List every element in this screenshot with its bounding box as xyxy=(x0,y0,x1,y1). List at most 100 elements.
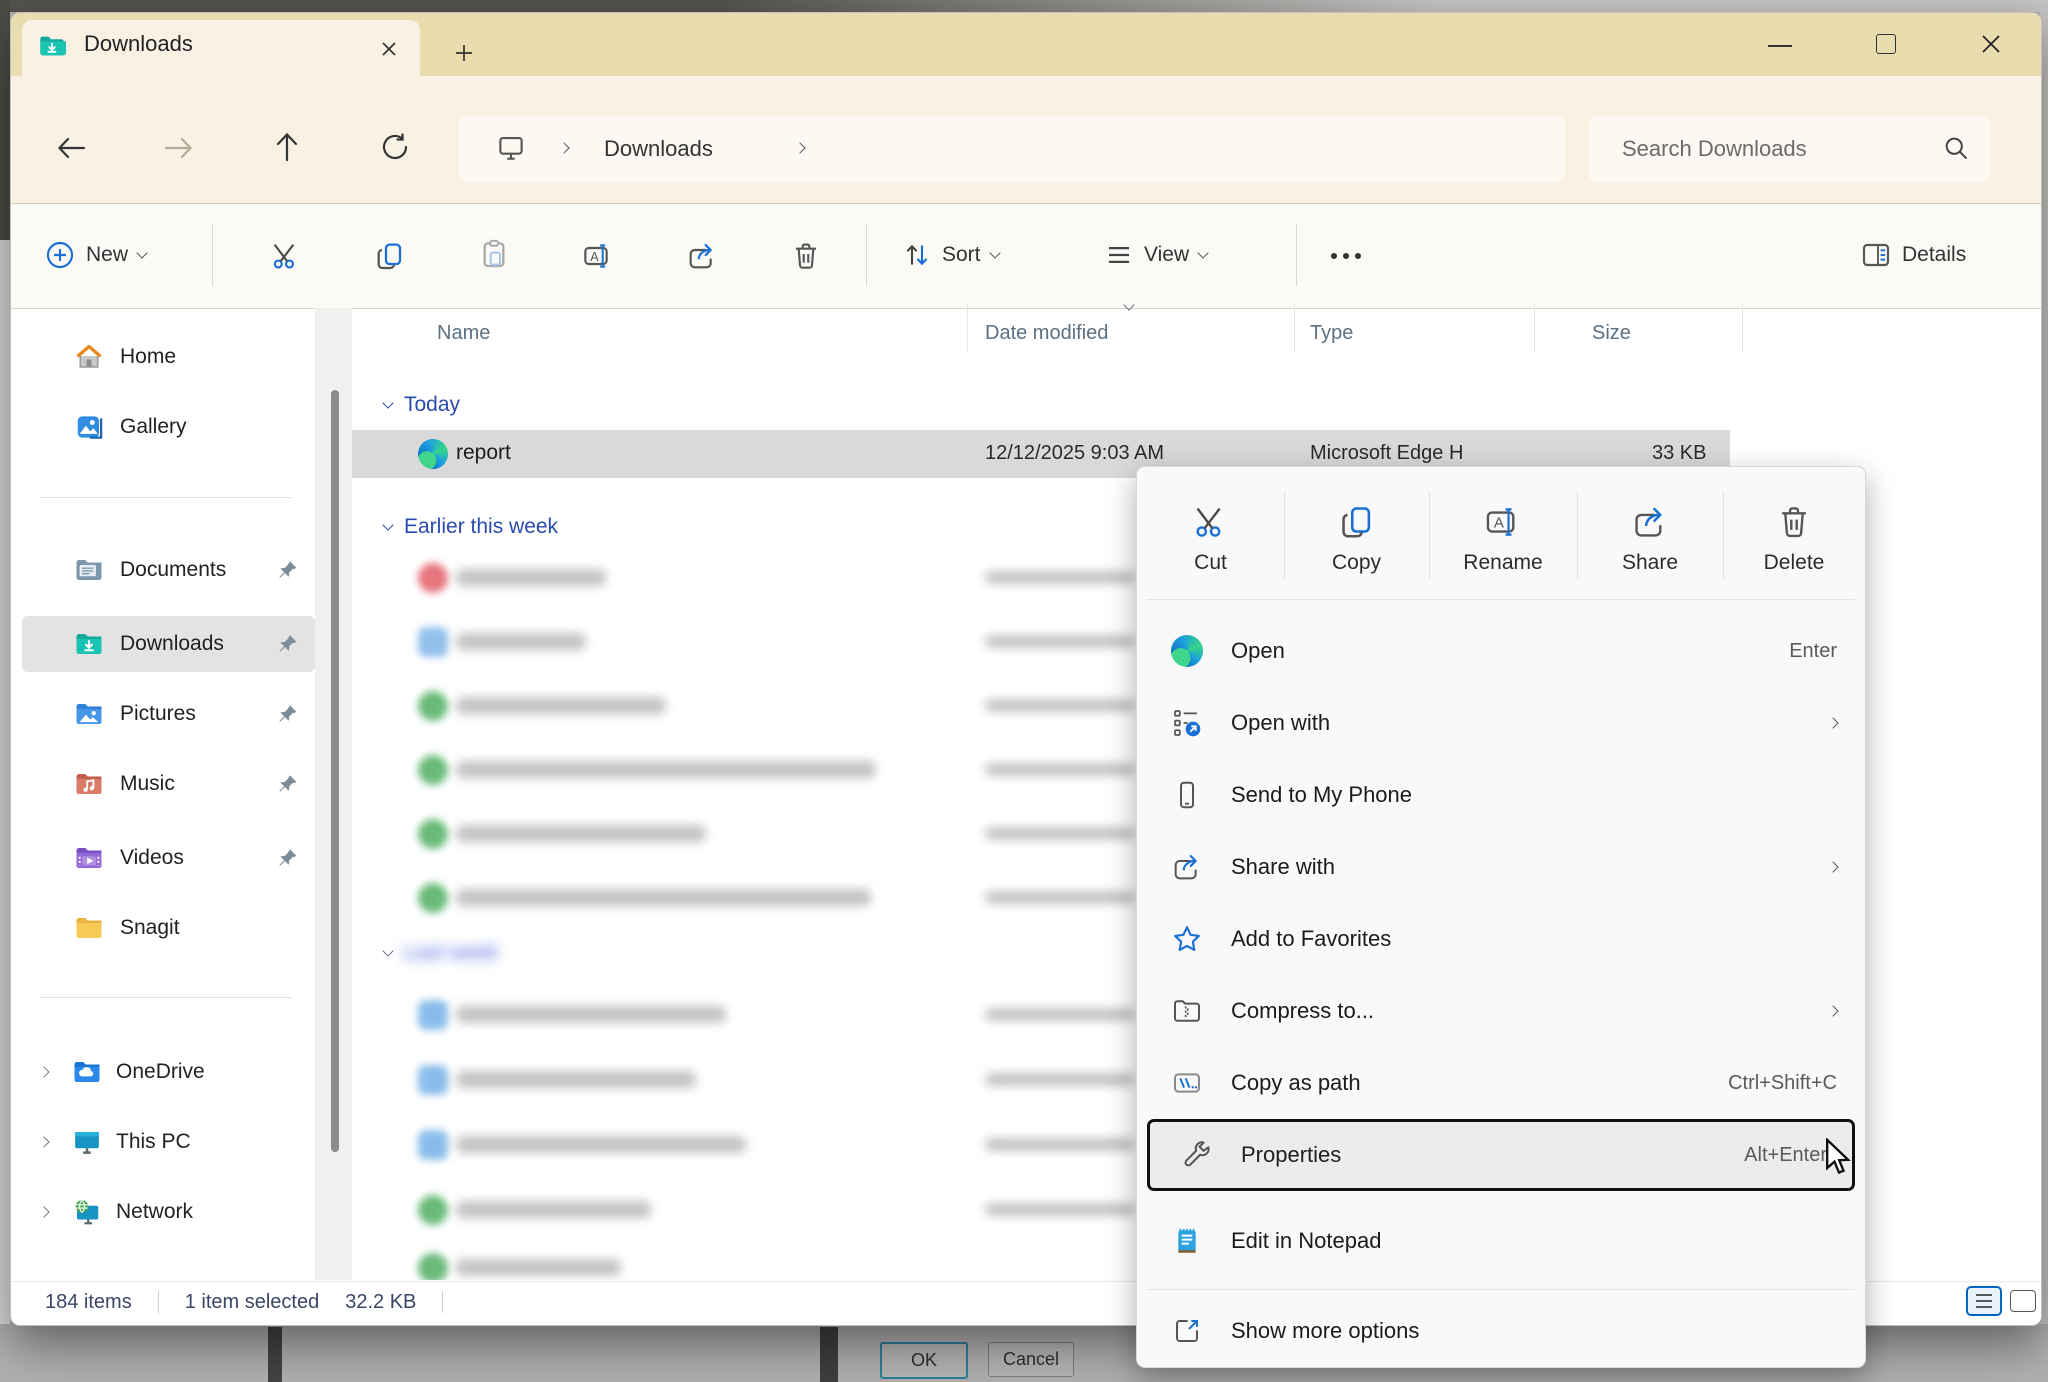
menu-item-compress-to[interactable]: Compress to... xyxy=(1137,975,1865,1047)
explorer-tab[interactable] xyxy=(22,20,420,76)
sidebar-item-snagit[interactable]: Snagit xyxy=(22,900,315,956)
column-divider[interactable] xyxy=(1742,303,1743,353)
menu-item-properties[interactable]: Properties Alt+Enter xyxy=(1147,1119,1855,1191)
menu-item-show-more-options[interactable]: Show more options xyxy=(1137,1301,1865,1361)
search-input[interactable]: Search Downloads xyxy=(1622,136,1807,162)
dialog-ok-button[interactable]: OK xyxy=(880,1342,968,1379)
cut-button[interactable] xyxy=(270,240,302,272)
column-header-name[interactable]: Name xyxy=(437,322,490,345)
doc-file-icon xyxy=(418,1130,448,1160)
toolbar-separator xyxy=(866,224,867,286)
menu-item-add-to-favorites[interactable]: Add to Favorites xyxy=(1137,903,1865,975)
up-icon[interactable] xyxy=(272,130,302,164)
context-cut-button[interactable]: Cut xyxy=(1137,479,1284,599)
menu-item-label: Properties xyxy=(1241,1142,1341,1168)
dialog-cancel-button[interactable]: Cancel xyxy=(988,1342,1074,1377)
delete-icon xyxy=(1775,503,1813,541)
rename-icon: A xyxy=(1484,503,1522,541)
scrollbar-thumb[interactable] xyxy=(331,390,339,1152)
menu-item-label: Edit in Notepad xyxy=(1231,1228,1381,1254)
sidebar-item-music[interactable]: Music xyxy=(22,756,315,812)
doc-file-icon xyxy=(418,627,448,657)
close-button[interactable] xyxy=(1980,33,2002,55)
group-header-today[interactable]: Today xyxy=(384,393,460,417)
breadcrumb-crumb[interactable]: Downloads xyxy=(604,136,713,162)
phone-icon xyxy=(1171,779,1203,811)
sidebar-item-home[interactable]: Home xyxy=(22,329,315,385)
this-pc-icon[interactable] xyxy=(496,133,526,163)
expand-chevron-icon[interactable] xyxy=(38,1136,49,1147)
sidebar-item-network[interactable]: Network xyxy=(22,1184,315,1240)
tab-title: Downloads xyxy=(84,31,193,57)
context-share-button[interactable]: Share xyxy=(1577,479,1723,599)
sidebar-item-downloads[interactable]: Downloads xyxy=(22,616,315,672)
new-tab-icon[interactable] xyxy=(452,41,476,65)
quick-action-label: Share xyxy=(1622,551,1678,575)
show-more-icon xyxy=(1171,1315,1203,1347)
background-window-fragment xyxy=(820,1327,838,1382)
column-divider[interactable] xyxy=(1294,303,1295,353)
column-header-size[interactable]: Size xyxy=(1592,322,1631,345)
new-button[interactable]: New xyxy=(44,236,146,274)
network-icon xyxy=(72,1197,102,1227)
selection-size: 32.2 KB xyxy=(345,1291,416,1314)
thumbnail-view-toggle[interactable] xyxy=(2010,1290,2036,1312)
group-header-last-week[interactable]: Last week xyxy=(384,941,499,965)
delete-button[interactable] xyxy=(790,240,822,272)
sidebar-item-pictures[interactable]: Pictures xyxy=(22,686,315,742)
submenu-chevron-icon xyxy=(1827,1005,1838,1016)
forward-icon[interactable] xyxy=(162,132,196,164)
refresh-icon[interactable] xyxy=(379,131,411,163)
column-header-date-modified[interactable]: Date modified xyxy=(985,322,1108,345)
menu-item-share-with[interactable]: Share with xyxy=(1137,831,1865,903)
details-view-toggle[interactable] xyxy=(1966,1286,2002,1316)
tab-close-icon[interactable] xyxy=(378,38,400,60)
copy-button[interactable] xyxy=(374,240,406,272)
search-icon[interactable] xyxy=(1942,134,1970,162)
sidebar-item-documents[interactable]: Documents xyxy=(22,542,315,598)
sidebar-item-onedrive[interactable]: OneDrive xyxy=(22,1044,315,1100)
sidebar-item-gallery[interactable]: Gallery xyxy=(22,399,315,455)
column-divider[interactable] xyxy=(1534,303,1535,353)
minimize-button[interactable] xyxy=(1768,42,1798,50)
expand-chevron-icon[interactable] xyxy=(38,1206,49,1217)
column-header-type[interactable]: Type xyxy=(1310,322,1353,345)
maximize-button[interactable] xyxy=(1876,34,1896,54)
chevron-down-icon xyxy=(989,247,1000,258)
menu-item-open-with[interactable]: Open with xyxy=(1137,687,1865,759)
sidebar-item-videos[interactable]: Videos xyxy=(22,830,315,886)
back-icon[interactable] xyxy=(54,132,88,164)
group-header-earlier-this-week[interactable]: Earlier this week xyxy=(384,515,558,539)
column-divider[interactable] xyxy=(967,303,968,353)
edge-icon xyxy=(418,439,448,469)
menu-item-copy-as-path[interactable]: Copy as path Ctrl+Shift+C xyxy=(1137,1047,1865,1119)
details-button[interactable]: Details xyxy=(1860,236,1966,274)
edge-icon xyxy=(1171,635,1203,667)
selection-count: 1 item selected xyxy=(185,1291,320,1314)
menu-item-open[interactable]: Open Enter xyxy=(1137,615,1865,687)
context-rename-button[interactable]: A Rename xyxy=(1429,479,1577,599)
context-delete-button[interactable]: Delete xyxy=(1723,479,1865,599)
context-copy-button[interactable]: Copy xyxy=(1284,479,1429,599)
toolbar-separator xyxy=(1296,224,1297,286)
sidebar-item-label: Music xyxy=(120,772,175,796)
pin-icon xyxy=(277,847,299,869)
quick-action-label: Cut xyxy=(1194,551,1227,575)
file-name: report xyxy=(456,441,511,465)
view-button[interactable]: View xyxy=(1104,236,1207,274)
mouse-cursor xyxy=(1822,1138,1856,1178)
paste-button[interactable] xyxy=(478,238,510,270)
sheet-file-icon xyxy=(418,819,448,849)
menu-item-label: Add to Favorites xyxy=(1231,926,1391,952)
share-button[interactable] xyxy=(686,240,718,272)
pin-icon xyxy=(277,773,299,795)
more-options-icon[interactable] xyxy=(1326,248,1366,264)
sort-button[interactable]: Sort xyxy=(902,236,999,274)
rename-button[interactable]: A xyxy=(582,240,614,272)
menu-item-edit-in-notepad[interactable]: Edit in Notepad xyxy=(1137,1205,1865,1277)
menu-item-send-to-my-phone[interactable]: Send to My Phone xyxy=(1137,759,1865,831)
sidebar-item-this-pc[interactable]: This PC xyxy=(22,1114,315,1170)
sidebar-separator xyxy=(40,997,292,998)
expand-chevron-icon[interactable] xyxy=(38,1066,49,1077)
menu-item-shortcut: Ctrl+Shift+C xyxy=(1728,1072,1837,1095)
